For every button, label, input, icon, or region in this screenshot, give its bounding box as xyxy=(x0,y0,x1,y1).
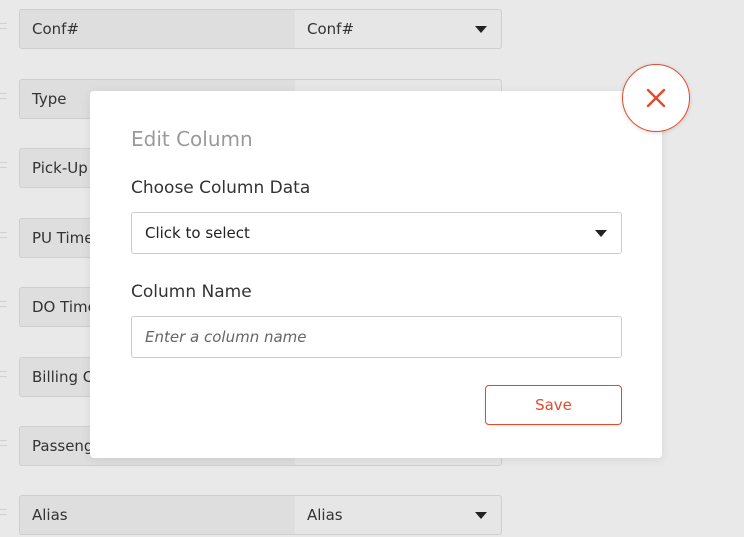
save-button[interactable]: Save xyxy=(485,385,622,425)
column-data-label: Choose Column Data xyxy=(131,178,311,198)
drag-handle-icon[interactable] xyxy=(0,440,7,446)
column-row-select[interactable]: Alias xyxy=(295,495,502,535)
close-icon xyxy=(646,88,666,108)
close-button[interactable] xyxy=(622,64,690,132)
modal-title: Edit Column xyxy=(131,127,253,151)
column-row-label: Conf# xyxy=(19,9,296,49)
chevron-down-icon xyxy=(475,26,487,33)
drag-handle-icon[interactable] xyxy=(0,371,7,377)
column-row-label: Alias xyxy=(19,495,296,535)
column-row-select-value: Conf# xyxy=(307,20,355,38)
column-name-input[interactable] xyxy=(131,316,622,358)
column-data-select-value: Click to select xyxy=(145,224,250,242)
column-row: Alias Alias xyxy=(0,495,520,537)
chevron-down-icon xyxy=(595,230,607,237)
column-row-select-value: Alias xyxy=(307,506,343,524)
drag-handle-icon[interactable] xyxy=(0,162,7,168)
drag-handle-icon[interactable] xyxy=(0,301,7,307)
drag-handle-icon[interactable] xyxy=(0,93,7,99)
column-data-select[interactable]: Click to select xyxy=(131,212,622,254)
drag-handle-icon[interactable] xyxy=(0,509,7,515)
column-row-select[interactable]: Conf# xyxy=(295,9,502,49)
column-name-label: Column Name xyxy=(131,282,252,302)
drag-handle-icon[interactable] xyxy=(0,23,7,29)
drag-handle-icon[interactable] xyxy=(0,232,7,238)
column-row: Conf# Conf# xyxy=(0,9,520,51)
edit-column-modal: Edit Column Choose Column Data Click to … xyxy=(90,91,662,458)
